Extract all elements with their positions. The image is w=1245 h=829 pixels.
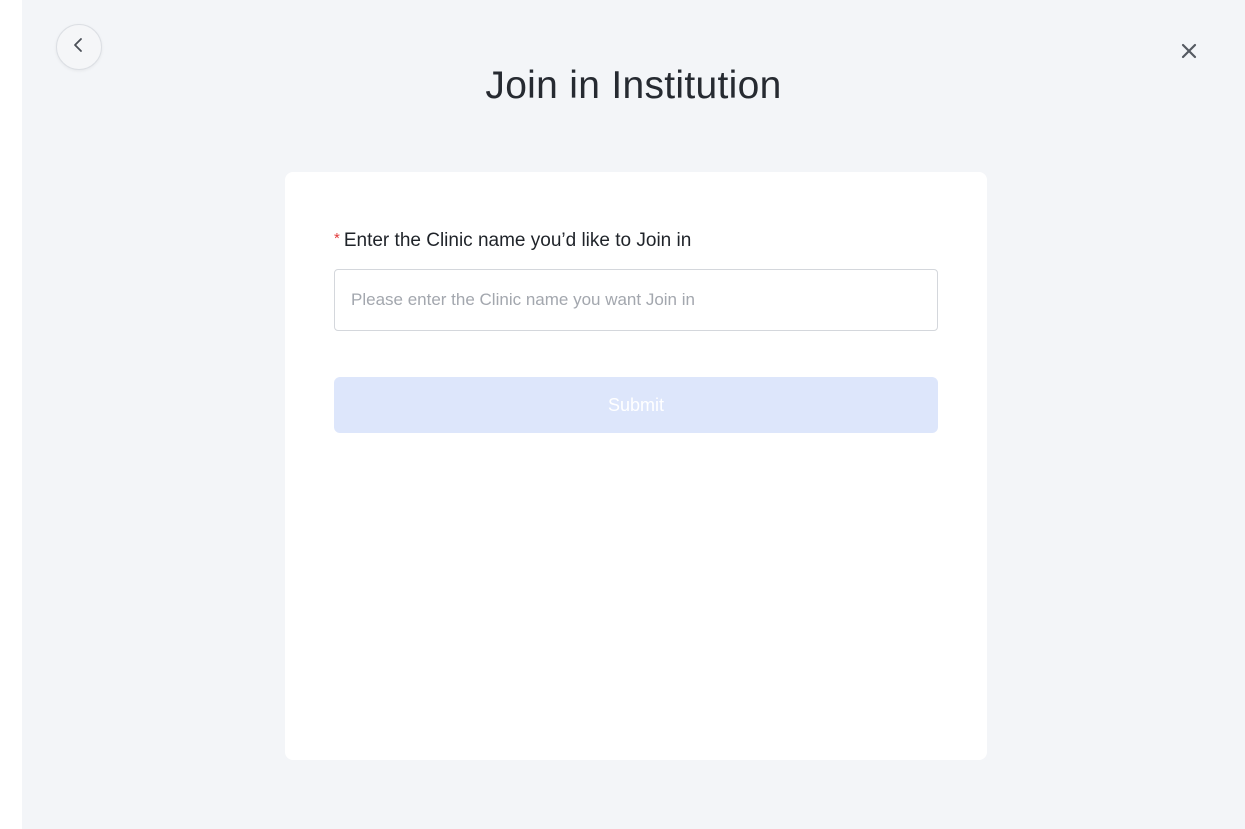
clinic-name-label-text: Enter the Clinic name you’d like to Join… [343, 230, 692, 251]
page-title: Join in Institution [485, 64, 782, 107]
submit-button[interactable]: Submit [334, 377, 938, 433]
modal-page: Join in Institution * Enter the Clinic na… [22, 0, 1245, 829]
clinic-name-input[interactable] [334, 269, 938, 331]
join-form-card: * Enter the Clinic name you’d like to Joi… [285, 172, 987, 760]
close-icon [1179, 41, 1199, 66]
required-marker: * [334, 230, 340, 247]
chevron-left-icon [70, 36, 88, 59]
clinic-name-label: * Enter the Clinic name you’d like to Joi… [334, 230, 691, 252]
